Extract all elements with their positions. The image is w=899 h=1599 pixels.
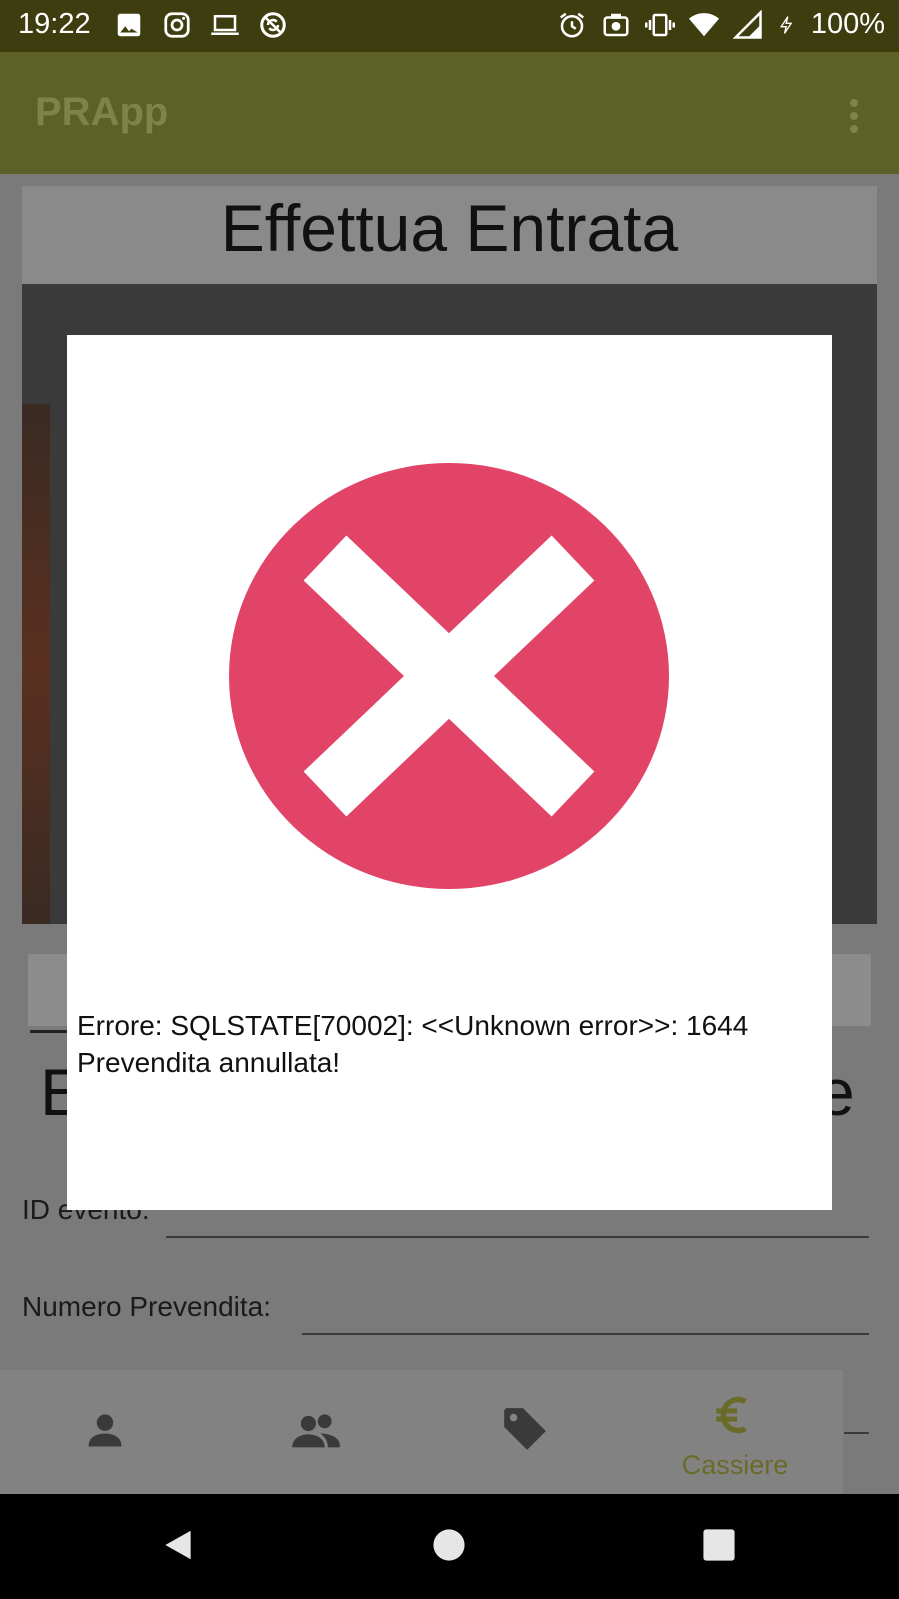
- tag-icon: [504, 1408, 546, 1450]
- instagram-icon: [164, 12, 190, 38]
- no-sync-icon: [260, 12, 286, 38]
- vibrate-icon: [644, 13, 675, 36]
- error-message: Errore: SQLSTATE[70002]: <<Unknown error…: [77, 1010, 749, 1078]
- wifi-icon: [688, 12, 719, 36]
- nav-item-user[interactable]: [0, 1370, 210, 1494]
- recents-icon[interactable]: [702, 1528, 736, 1562]
- screenshot-icon: [603, 13, 629, 36]
- nav-item-cassiere[interactable]: Cassiere: [630, 1370, 840, 1494]
- status-time: 19:22: [18, 8, 91, 40]
- nav-item-tag[interactable]: [420, 1370, 630, 1494]
- signal-icon: [732, 9, 762, 39]
- app-title: PRApp: [35, 90, 169, 134]
- back-icon[interactable]: [159, 1526, 197, 1564]
- euro-icon: [716, 1396, 747, 1434]
- status-bar: 19:22 100%: [0, 0, 899, 52]
- divider: [30, 1030, 70, 1033]
- numero-prevendita-input[interactable]: [302, 1333, 869, 1335]
- photo-detail: [22, 404, 50, 924]
- error-x-icon: [229, 463, 669, 889]
- more-vert-icon[interactable]: [849, 98, 859, 134]
- nav-item-group[interactable]: [210, 1370, 420, 1494]
- home-icon[interactable]: [432, 1528, 466, 1562]
- laptop-icon: [211, 15, 239, 35]
- battery-percent: 100%: [810, 8, 885, 40]
- status-left-icons: [114, 10, 288, 40]
- group-icon: [292, 1414, 340, 1448]
- field-underline-partial: [844, 1432, 869, 1434]
- status-right-icons: 100%: [557, 8, 885, 41]
- id-evento-input[interactable]: [166, 1236, 869, 1238]
- field-label-numero-prevendita: Numero Prevendita:: [22, 1291, 272, 1322]
- alarm-icon: [559, 12, 584, 37]
- app-bar: PRApp: [0, 52, 899, 174]
- person-icon: [88, 1414, 122, 1447]
- bottom-navigation: Cassiere: [0, 1370, 843, 1494]
- system-navigation-bar: [0, 1494, 899, 1599]
- charging-icon: [779, 15, 793, 34]
- error-dialog: Errore: SQLSTATE[70002]: <<Unknown error…: [67, 335, 832, 1210]
- nav-label-cassiere: Cassiere: [681, 1450, 789, 1480]
- image-icon: [117, 13, 141, 37]
- page-title: Effettua Entrata: [220, 191, 679, 265]
